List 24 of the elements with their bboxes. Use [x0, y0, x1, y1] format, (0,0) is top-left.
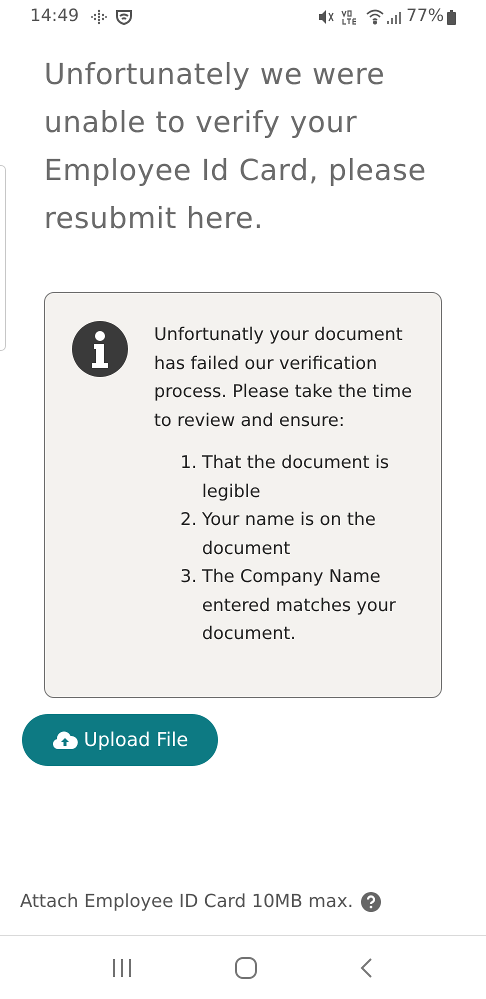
battery-percentage: 77%: [406, 5, 444, 28]
status-time: 14:49: [30, 5, 79, 28]
battery-icon: [447, 10, 456, 24]
list-number: 2.: [179, 509, 198, 532]
signal-icon: [386, 9, 402, 25]
shield-icon: [115, 8, 133, 26]
list-item-text: Your name is on the document: [202, 509, 377, 560]
home-icon[interactable]: [234, 956, 258, 980]
page-heading: Unfortunately we were unable to verify your Employee Id Card, please resubmit here.: [44, 56, 428, 237]
mute-icon: [318, 9, 334, 25]
list-item-text: The Company Name entered matches your document.: [202, 566, 397, 646]
list-number: 3.: [179, 566, 198, 589]
help-icon[interactable]: [361, 892, 382, 912]
upload-hint: Attach Employee ID Card 10MB max.: [20, 890, 354, 914]
cloud-upload-icon: [52, 730, 78, 750]
info-icon: [72, 321, 128, 377]
list-item-text: That the document is legible: [202, 452, 390, 504]
volte-icon: [340, 9, 358, 25]
notice-message: Unfortunatly your document has failed our verification process. Please take the time to review and ensure:: [154, 324, 413, 432]
upload-file-button[interactable]: Upload File: [22, 714, 218, 766]
recent-apps-icon[interactable]: [110, 956, 133, 978]
wifi-icon: [366, 9, 386, 25]
activity-dots-icon: [91, 9, 107, 25]
list-number: 1.: [179, 452, 198, 475]
